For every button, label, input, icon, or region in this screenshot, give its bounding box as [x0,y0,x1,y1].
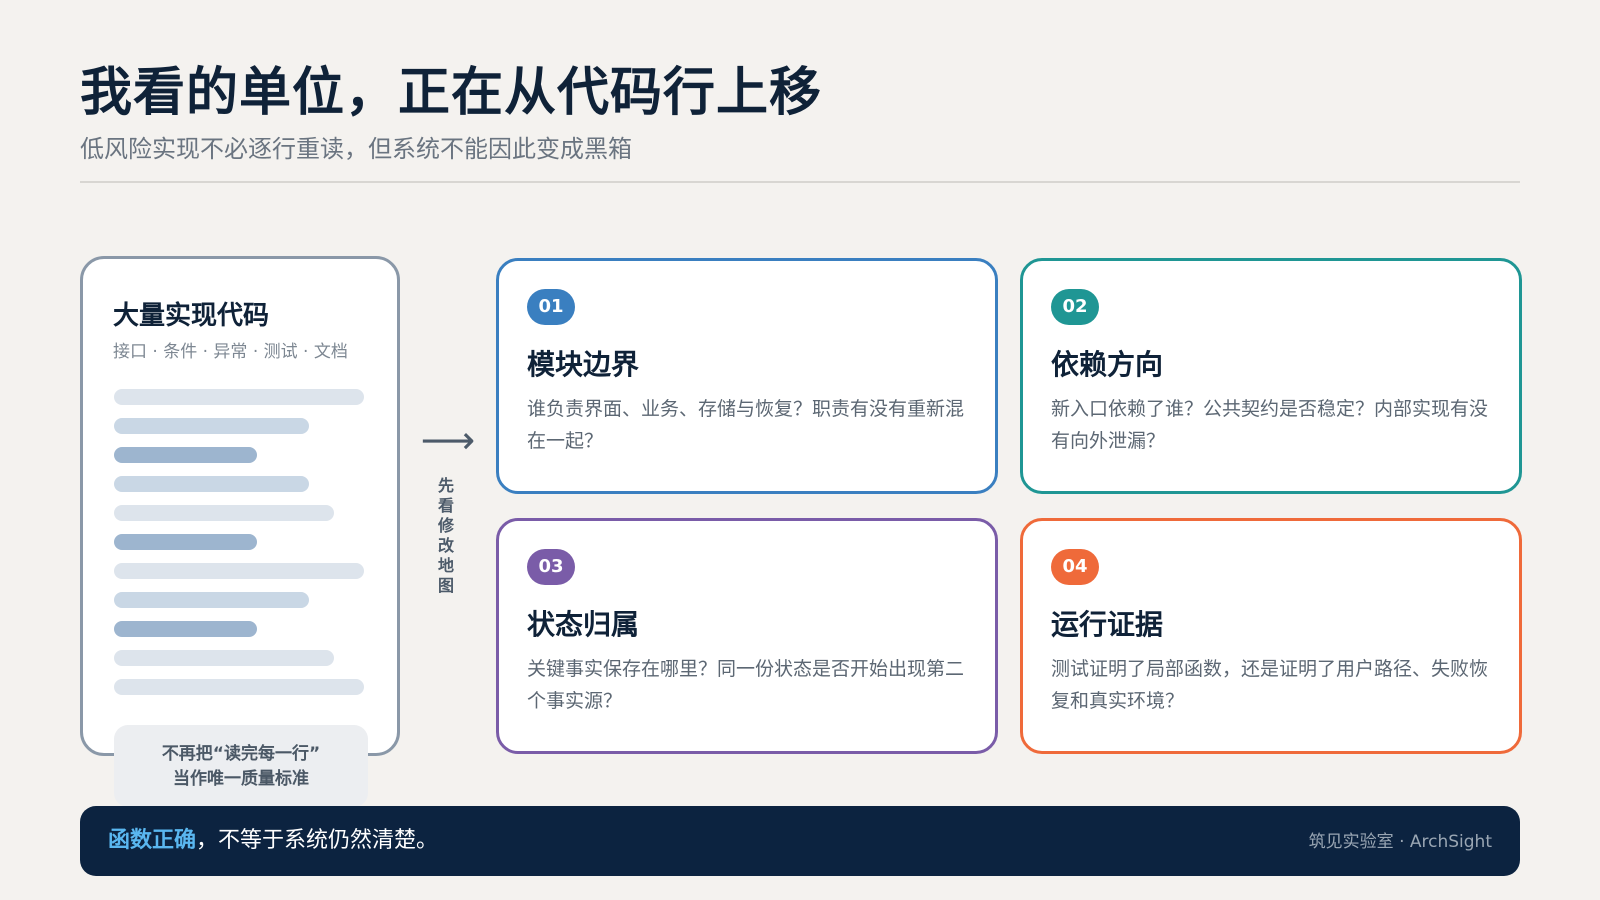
code-card-title: 大量实现代码 [113,301,270,331]
card-description: 谁负责界面、业务、存储与恢复？职责有没有重新混在一起？ [527,398,965,452]
code-card-subtitle: 接口 · 条件 · 异常 · 测试 · 文档 [113,342,348,362]
code-line [114,505,334,521]
code-card-note: 不再把“读完每一行” 当作唯一质量标准 [114,725,368,807]
header: 我看的单位，正在从代码行上移 低风险实现不必逐行重读，但系统不能因此变成黑箱 [80,58,1520,166]
card-runtime-evidence: 04 运行证据 测试证明了局部函数，还是证明了用户路径、失败恢复和真实环境？ [1020,518,1522,754]
card-number-badge: 03 [527,549,575,585]
card-number-badge: 02 [1051,289,1099,325]
card-description: 测试证明了局部函数，还是证明了用户路径、失败恢复和真实环境？ [1051,658,1489,712]
card-title: 模块边界 [527,348,640,381]
arrow-label: 先看修改地图 [437,476,454,595]
code-line [114,592,309,608]
code-note-line: 不再把“读完每一行” [161,744,321,764]
card-number-badge: 04 [1051,549,1099,585]
code-line [114,389,364,405]
flow-arrow: ⟶ 先看修改地图 [420,418,476,595]
code-lines-illustration [114,389,374,708]
footer-brand: 筑见实验室 · ArchSight [1308,832,1492,852]
footer-highlight: 函数正确 [108,828,197,853]
footer-message: 函数正确，不等于系统仍然清楚。 [108,824,438,858]
code-note-line: 当作唯一质量标准 [173,769,309,789]
card-module-boundary: 01 模块边界 谁负责界面、业务、存储与恢复？职责有没有重新混在一起？ [496,258,998,494]
arrow-right-icon: ⟶ [420,418,476,462]
card-number-badge: 01 [527,289,575,325]
page-subtitle: 低风险实现不必逐行重读，但系统不能因此变成黑箱 [80,135,632,163]
code-line [114,476,309,492]
card-dependency-direction: 02 依赖方向 新入口依赖了谁？公共契约是否稳定？内部实现有没有向外泄漏？ [1020,258,1522,494]
card-title: 依赖方向 [1051,348,1164,381]
code-line [114,650,334,666]
code-line [114,621,257,637]
card-state-ownership: 03 状态归属 关键事实保存在哪里？同一份状态是否开始出现第二个事实源？ [496,518,998,754]
card-description: 新入口依赖了谁？公共契约是否稳定？内部实现有没有向外泄漏？ [1051,398,1489,452]
footer-message-rest: ，不等于系统仍然清楚。 [196,828,439,853]
card-title: 运行证据 [1051,608,1164,641]
code-line [114,563,364,579]
page-title: 我看的单位，正在从代码行上移 [80,63,823,123]
card-title: 状态归属 [527,608,640,641]
code-line [114,679,364,695]
code-line [114,447,257,463]
code-line [114,534,257,550]
code-line [114,418,309,434]
code-card: 大量实现代码 接口 · 条件 · 异常 · 测试 · 文档 不再把“读完每一行”… [80,256,400,807]
card-description: 关键事实保存在哪里？同一份状态是否开始出现第二个事实源？ [527,658,965,712]
header-divider [80,181,1520,183]
footer-banner: 函数正确，不等于系统仍然清楚。 筑见实验室 · ArchSight [80,806,1520,876]
